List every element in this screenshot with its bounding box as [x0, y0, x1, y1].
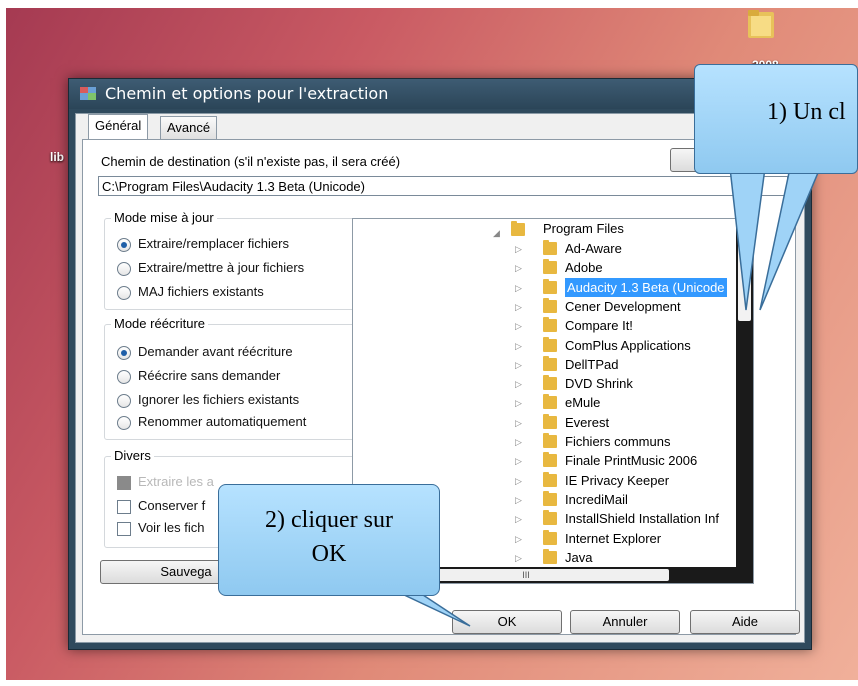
callout-1: 1) Un cl [694, 64, 858, 174]
folder-icon [543, 336, 557, 352]
tree-item-label: InstallShield Installation Inf [565, 511, 719, 527]
radio-update-existing[interactable] [117, 286, 131, 300]
folder-icon [543, 297, 557, 313]
tree-item-label: DellTPad [565, 356, 619, 372]
folder-icon [543, 278, 557, 294]
option-update-existing[interactable]: MAJ fichiers existants [138, 284, 264, 299]
desktop-label-fragment: lib [50, 150, 64, 164]
folder-icon [543, 317, 557, 333]
help-button[interactable]: Aide [690, 610, 800, 634]
expand-icon[interactable]: ▷ [515, 398, 522, 409]
expand-icon[interactable]: ▷ [515, 456, 522, 467]
folder-icon [543, 259, 557, 275]
radio-skip-existing[interactable] [117, 394, 131, 408]
archive-app-icon [80, 87, 96, 100]
expand-icon[interactable]: ▷ [515, 476, 522, 487]
callout-2-line1: 2) cliquer sur [265, 507, 393, 533]
tree-item-label: ComPlus Applications [565, 337, 691, 353]
expand-icon[interactable]: ▷ [515, 553, 522, 564]
folder-icon [543, 471, 557, 487]
expand-icon[interactable]: ▷ [515, 263, 522, 274]
option-show-files[interactable]: Voir les fich [138, 520, 204, 535]
expand-icon[interactable]: ▷ [515, 302, 522, 313]
option-keep-files[interactable]: Conserver f [138, 498, 205, 513]
tree-item-label: Ad-Aware [565, 241, 622, 256]
radio-overwrite-without-asking[interactable] [117, 370, 131, 384]
callout-2-line2: OK [311, 541, 347, 567]
folder-icon[interactable] [742, 4, 780, 42]
option-ask-before-overwrite[interactable]: Demander avant réécriture [138, 344, 293, 359]
tree-item-label: Finale PrintMusic 2006 [565, 453, 698, 469]
callout-1-text: 1) Un cl [767, 99, 846, 125]
expand-icon[interactable]: ▷ [515, 514, 522, 525]
option-extract-replace[interactable]: Extraire/remplacer fichiers [138, 236, 289, 251]
option-extract-archives: Extraire les a [138, 474, 214, 489]
folder-icon [543, 240, 557, 255]
folder-icon [543, 529, 557, 545]
cancel-button[interactable]: Annuler [570, 610, 680, 634]
radio-rename-auto[interactable] [117, 416, 131, 430]
expand-icon[interactable]: ▷ [515, 437, 522, 448]
tree-item-label: IncrediMail [565, 491, 628, 507]
expand-icon[interactable]: ▷ [515, 321, 522, 332]
collapse-icon[interactable]: ◢ [493, 228, 500, 239]
option-overwrite-without-asking[interactable]: Réécrire sans demander [138, 368, 280, 383]
expand-icon[interactable]: ▷ [515, 283, 522, 294]
folder-icon [543, 375, 557, 391]
folder-icon [543, 413, 557, 429]
checkbox-keep-files[interactable] [117, 500, 131, 514]
expand-icon[interactable]: ▷ [515, 495, 522, 506]
tree-item-label: Java [565, 549, 593, 565]
tab-general[interactable]: Général [88, 114, 149, 139]
folder-icon [543, 548, 557, 564]
option-extract-update[interactable]: Extraire/mettre à jour fichiers [138, 260, 304, 275]
folder-icon [511, 221, 525, 236]
checkbox-extract-archives [117, 476, 131, 490]
tab-advanced[interactable]: Avancé [160, 116, 218, 139]
folder-icon [543, 490, 557, 506]
checkbox-show-files[interactable] [117, 522, 131, 536]
folder-icon [543, 394, 557, 410]
misc-title: Divers [111, 448, 154, 463]
tree-item-label: Cener Development [565, 298, 681, 314]
tree-item-label: Internet Explorer [565, 530, 662, 546]
expand-icon[interactable]: ▷ [515, 341, 522, 352]
radio-ask-before-overwrite[interactable] [117, 346, 131, 360]
expand-icon[interactable]: ▷ [515, 244, 522, 255]
dialog-title: Chemin et options pour l'extraction [105, 84, 389, 103]
expand-icon[interactable]: ▷ [515, 360, 522, 371]
callout-2: 2) cliquer sur OK [218, 484, 440, 596]
tree-item-label: IE Privacy Keeper [565, 472, 670, 488]
destination-path-input[interactable]: C:\Program Files\Audacity 1.3 Beta (Unic… [98, 176, 788, 196]
folder-icon [543, 355, 557, 371]
tree-item-label: Compare It! [565, 318, 633, 334]
update-mode-title: Mode mise à jour [111, 210, 217, 225]
radio-extract-replace[interactable] [117, 238, 131, 252]
folder-icon [543, 452, 557, 468]
radio-extract-update[interactable] [117, 262, 131, 276]
expand-icon[interactable]: ▷ [515, 379, 522, 390]
tree-item-label: Everest [565, 414, 610, 430]
expand-icon[interactable]: ▷ [515, 534, 522, 545]
tree-item-label: DVD Shrink [565, 376, 633, 392]
expand-icon[interactable]: ▷ [515, 418, 522, 429]
option-rename-auto[interactable]: Renommer automatiquement [138, 414, 306, 429]
folder-icon [543, 510, 557, 526]
overwrite-mode-title: Mode réécriture [111, 316, 209, 331]
tree-item-label: eMule [565, 395, 601, 411]
folder-icon [543, 433, 557, 448]
option-skip-existing[interactable]: Ignorer les fichiers existants [138, 392, 299, 407]
destination-label: Chemin de destination (s'il n'existe pas… [101, 154, 401, 169]
tree-item-label: Adobe [565, 260, 603, 276]
tree-item-label: Fichiers communs [565, 434, 671, 449]
tree-root-label: Program Files [543, 221, 624, 236]
